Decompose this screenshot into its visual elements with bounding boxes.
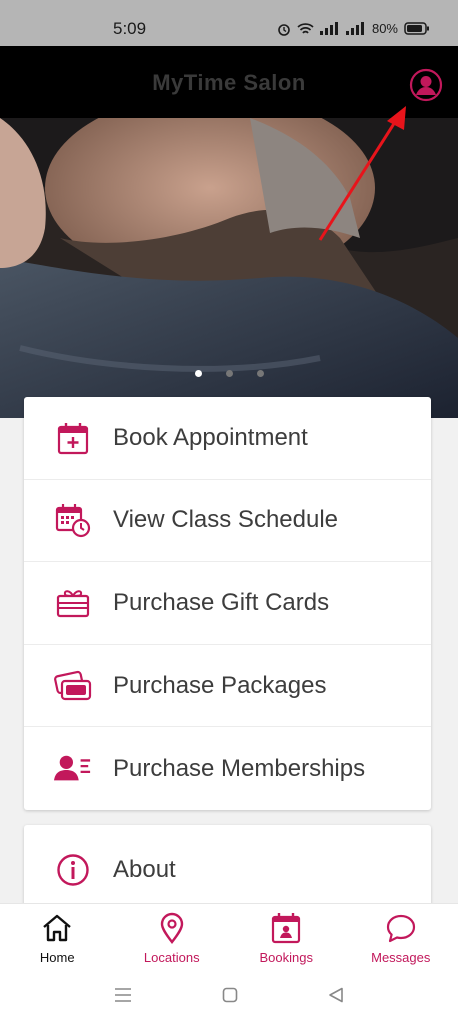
menu-item-label: About — [113, 856, 176, 883]
wifi-icon — [297, 22, 314, 34]
menu-item-label: Purchase Memberships — [113, 754, 366, 782]
menu-item-purchase-memberships[interactable]: Purchase Memberships — [24, 727, 431, 810]
member-icon — [54, 750, 92, 788]
info-icon — [54, 851, 92, 889]
nav-label: Bookings — [259, 950, 313, 965]
nav-label: Messages — [371, 950, 431, 965]
status-time: 5:09 — [113, 19, 147, 38]
bottom-nav: Home Locations Bookings Messages — [0, 903, 458, 971]
nav-home[interactable]: Home — [0, 904, 115, 971]
menu-item-purchase-packages[interactable]: Purchase Packages — [24, 645, 431, 728]
nav-messages[interactable]: Messages — [344, 904, 458, 971]
battery-percent: 80% — [371, 21, 398, 36]
app-title: MyTime Salon — [152, 70, 306, 95]
signal-icon-2 — [345, 22, 364, 35]
menu-item-label: View Class Schedule — [113, 506, 339, 534]
signal-icon — [319, 22, 338, 35]
recent-apps-icon[interactable] — [114, 987, 132, 1003]
alarm-icon — [278, 23, 290, 36]
cards-icon — [54, 667, 92, 705]
menu-item-label: Book Appointment — [113, 423, 308, 451]
status-bar: 5:09 80% — [0, 0, 458, 46]
menu-item-label: Purchase Packages — [113, 671, 327, 699]
menu-item-label: Purchase Gift Cards — [113, 588, 330, 616]
chat-bubble-icon — [386, 914, 415, 943]
nav-bookings[interactable]: Bookings — [229, 904, 344, 971]
menu-item-purchase-gift-cards[interactable]: Purchase Gift Cards — [24, 562, 431, 645]
menu-item-view-class-schedule[interactable]: View Class Schedule — [24, 480, 431, 563]
battery-icon — [404, 22, 429, 35]
menu-item-book-appointment[interactable]: Book Appointment — [24, 397, 431, 480]
profile-icon[interactable] — [409, 68, 443, 102]
about-card: About — [24, 825, 431, 915]
menu-card: Book Appointment View Class Schedule Pur… — [24, 397, 431, 810]
hero-carousel[interactable] — [0, 118, 458, 418]
carousel-dot-3[interactable] — [256, 370, 264, 377]
system-nav-bar — [0, 971, 458, 1019]
app-header: MyTime Salon — [0, 46, 458, 118]
calendar-plus-icon — [54, 419, 92, 457]
home-button-icon[interactable] — [222, 987, 238, 1003]
nav-locations[interactable]: Locations — [115, 904, 230, 971]
carousel-dot-1[interactable] — [194, 370, 202, 377]
calendar-clock-icon — [54, 501, 92, 539]
bookings-calendar-icon — [272, 913, 301, 944]
status-icons: 80% — [277, 21, 430, 36]
nav-label: Home — [39, 950, 75, 965]
location-pin-icon — [160, 912, 183, 944]
nav-label: Locations — [143, 950, 200, 965]
home-icon — [43, 914, 72, 942]
menu-item-about[interactable]: About — [24, 825, 431, 915]
carousel-dot-2[interactable] — [225, 370, 233, 377]
back-icon[interactable] — [328, 987, 344, 1003]
gift-card-icon — [54, 584, 92, 622]
carousel-dots — [0, 370, 458, 377]
